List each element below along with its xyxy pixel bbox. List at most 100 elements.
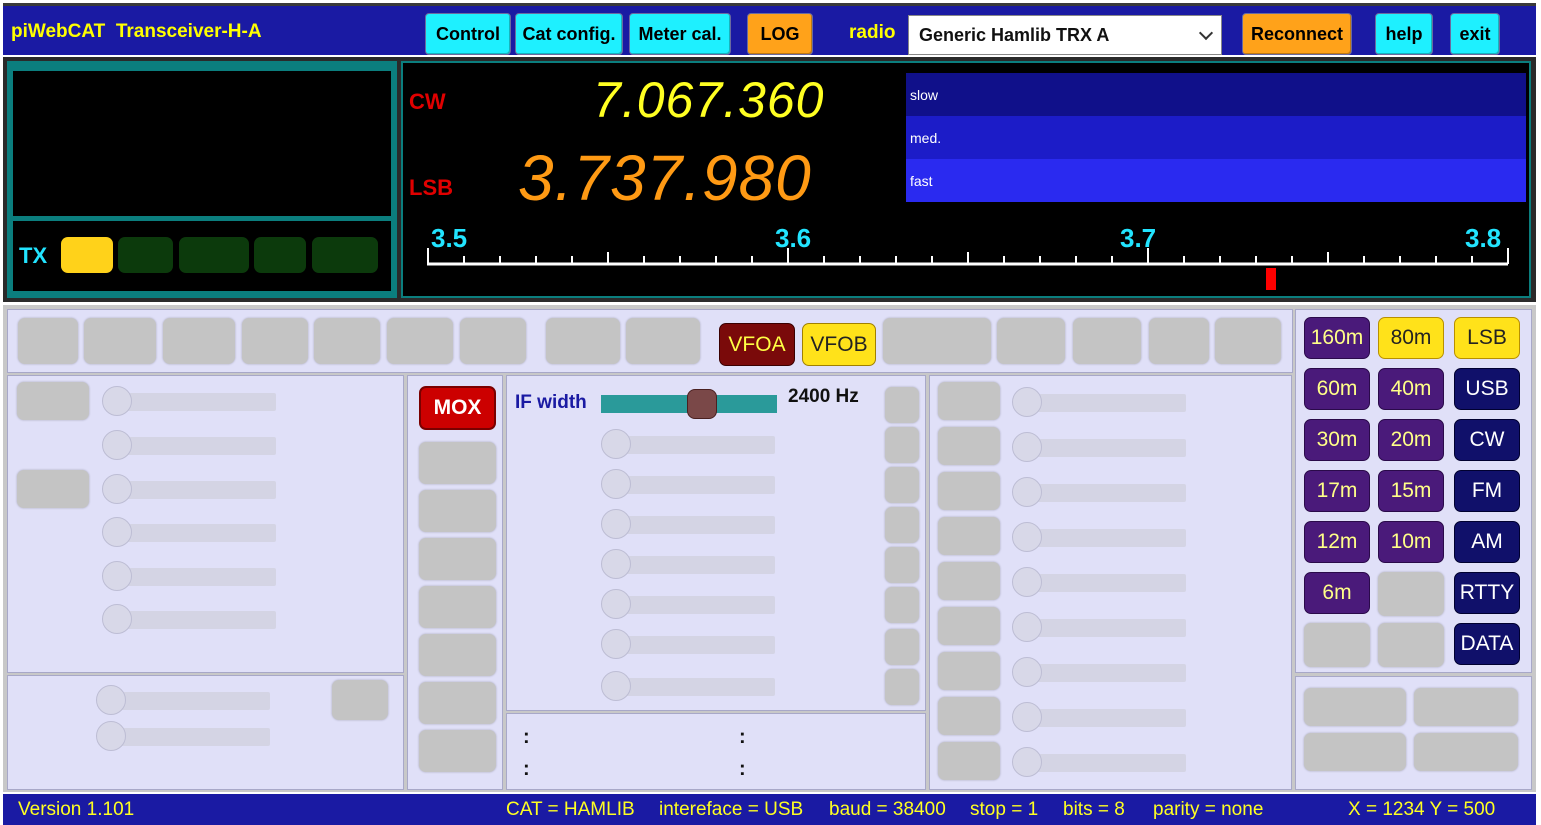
control-button[interactable] (1414, 733, 1518, 771)
control-slider[interactable] (601, 549, 777, 579)
control-button[interactable] (419, 682, 496, 724)
vfo-b-frequency[interactable]: 3.737.980 (518, 141, 812, 215)
function-button[interactable] (546, 318, 620, 364)
control-slider[interactable] (102, 517, 278, 547)
control-slider[interactable] (102, 561, 278, 591)
function-button[interactable] (314, 318, 380, 364)
control-slider[interactable] (102, 474, 278, 504)
tuning-speed-med[interactable]: med. (906, 116, 1526, 159)
mode-usb-button[interactable]: USB (1454, 368, 1520, 410)
control-button[interactable] (419, 730, 496, 772)
vfo-a-frequency[interactable]: 7.067.360 (593, 71, 824, 129)
control-button[interactable] (938, 652, 1000, 690)
control-slider[interactable] (1012, 567, 1188, 597)
control-slider[interactable] (102, 430, 278, 460)
function-button[interactable] (387, 318, 453, 364)
control-button[interactable] (1414, 688, 1518, 726)
control-slider[interactable] (102, 386, 278, 416)
control-button[interactable] (17, 470, 89, 508)
control-button[interactable] (1304, 733, 1406, 771)
small-button[interactable] (885, 427, 919, 463)
band-30m-button[interactable]: 30m (1304, 419, 1370, 461)
control-slider[interactable] (601, 469, 777, 499)
band-6m-button[interactable]: 6m (1304, 572, 1370, 614)
control-button[interactable] (938, 517, 1000, 555)
control-button[interactable] (419, 586, 496, 628)
function-button[interactable] (997, 318, 1065, 364)
small-button[interactable] (885, 547, 919, 583)
control-button[interactable] (938, 607, 1000, 645)
log-button[interactable]: LOG (747, 13, 813, 55)
control-button[interactable] (938, 742, 1000, 780)
control-slider[interactable] (96, 685, 272, 715)
control-button[interactable] (419, 442, 496, 484)
control-button[interactable] (938, 427, 1000, 465)
function-button[interactable] (460, 318, 526, 364)
vfoa-button[interactable]: VFOA (719, 323, 795, 366)
mode-am-button[interactable]: AM (1454, 521, 1520, 563)
control-slider[interactable] (1012, 387, 1188, 417)
radio-select[interactable]: Generic Hamlib TRX A (908, 15, 1222, 55)
control-slider[interactable] (1012, 747, 1188, 777)
control-button[interactable] (17, 382, 89, 420)
tuning-speed-fast[interactable]: fast (906, 159, 1526, 202)
control-slider[interactable] (1012, 477, 1188, 507)
band-17m-button[interactable]: 17m (1304, 470, 1370, 512)
control-slider[interactable] (601, 671, 777, 701)
exit-button[interactable]: exit (1450, 13, 1500, 55)
band-10m-button[interactable]: 10m (1378, 521, 1444, 563)
vfob-button[interactable]: VFOB (802, 323, 876, 366)
cat-config-button[interactable]: Cat config. (515, 13, 623, 55)
small-button[interactable] (885, 669, 919, 705)
control-button[interactable] (419, 490, 496, 532)
mode-cw-button[interactable]: CW (1454, 419, 1520, 461)
control-button[interactable] (938, 697, 1000, 735)
control-slider[interactable] (601, 629, 777, 659)
band-20m-button[interactable]: 20m (1378, 419, 1444, 461)
control-slider[interactable] (1012, 432, 1188, 462)
control-slider[interactable] (1012, 702, 1188, 732)
mode-data-button[interactable]: DATA (1454, 623, 1520, 665)
band-160m-button[interactable]: 160m (1304, 317, 1370, 359)
band-button[interactable] (1304, 623, 1370, 667)
reconnect-button[interactable]: Reconnect (1242, 13, 1352, 55)
control-button[interactable] (938, 562, 1000, 600)
band-12m-button[interactable]: 12m (1304, 521, 1370, 563)
small-button[interactable] (885, 387, 919, 423)
control-slider[interactable] (1012, 522, 1188, 552)
band-40m-button[interactable]: 40m (1378, 368, 1444, 410)
tuning-speed-slow[interactable]: slow (906, 73, 1526, 116)
function-button[interactable] (626, 318, 700, 364)
control-button[interactable] (419, 634, 496, 676)
if-width-slider[interactable] (601, 389, 777, 419)
control-slider[interactable] (1012, 612, 1188, 642)
small-button[interactable] (885, 507, 919, 543)
control-slider[interactable] (601, 509, 777, 539)
function-button[interactable] (242, 318, 308, 364)
function-button[interactable] (84, 318, 156, 364)
mox-button[interactable]: MOX (419, 386, 496, 430)
meter-cal-button[interactable]: Meter cal. (629, 13, 731, 55)
function-button[interactable] (883, 318, 991, 364)
if-width-knob[interactable] (687, 389, 717, 419)
help-button[interactable]: help (1375, 13, 1433, 55)
control-button[interactable] (938, 472, 1000, 510)
band-15m-button[interactable]: 15m (1378, 470, 1444, 512)
small-button[interactable] (885, 629, 919, 665)
band-scale[interactable] (423, 248, 1513, 296)
band-80m-button[interactable]: 80m (1378, 317, 1444, 359)
control-button[interactable] (1304, 688, 1406, 726)
small-button[interactable] (885, 467, 919, 503)
mode-rtty-button[interactable]: RTTY (1454, 572, 1520, 614)
function-button[interactable] (1149, 318, 1209, 364)
function-button[interactable] (1215, 318, 1281, 364)
small-button[interactable] (885, 587, 919, 623)
control-slider[interactable] (102, 604, 278, 634)
mode-fm-button[interactable]: FM (1454, 470, 1520, 512)
control-button[interactable] (332, 680, 388, 720)
band-button[interactable] (1378, 623, 1444, 667)
control-button[interactable] (938, 382, 1000, 420)
band-60m-button[interactable]: 60m (1304, 368, 1370, 410)
control-slider[interactable] (601, 589, 777, 619)
control-button[interactable]: Control (425, 13, 511, 55)
